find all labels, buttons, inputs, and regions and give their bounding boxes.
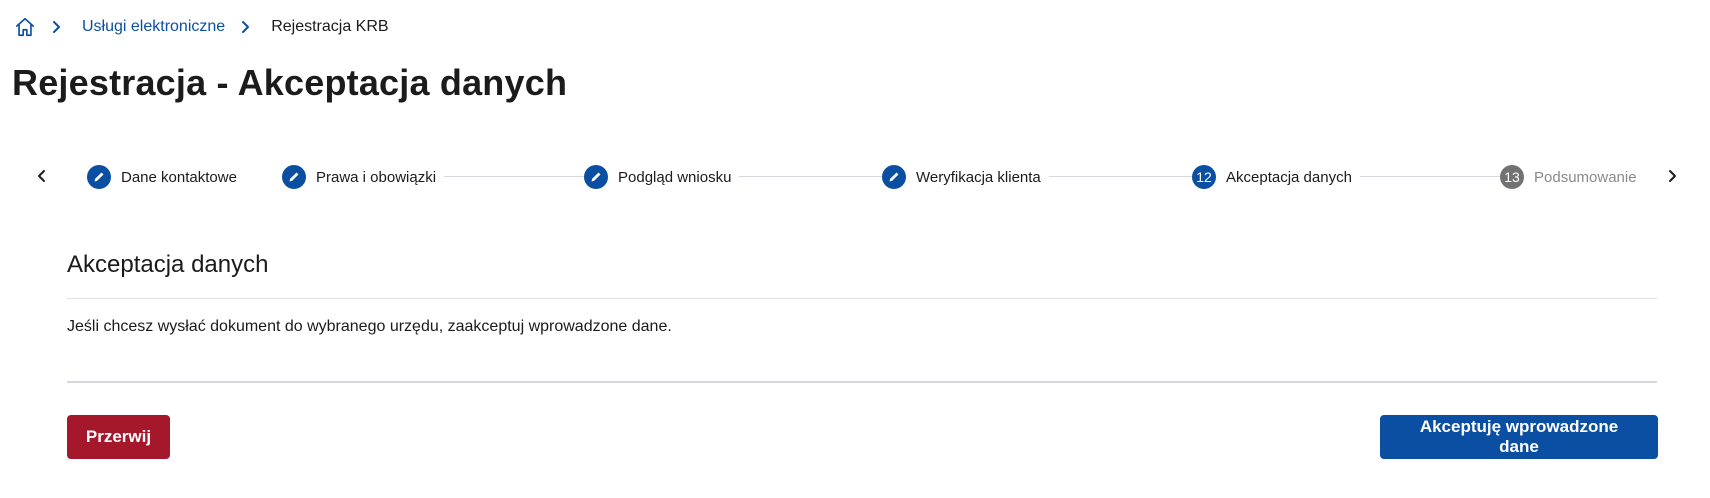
accept-data-button[interactable]: Akceptuję wprowadzone dane (1380, 415, 1658, 459)
step-label: Dane kontaktowe (121, 168, 237, 186)
page-title: Rejestracja - Akceptacja danych (12, 62, 568, 103)
step-podsumowanie[interactable]: 13 Podsumowanie (1500, 164, 1645, 190)
step-label: Podgląd wniosku (618, 168, 732, 186)
info-text: Jeśli chcesz wysłać dokument do wybraneg… (67, 318, 672, 335)
cancel-button[interactable]: Przerwij (67, 415, 170, 459)
breadcrumb-current: Rejestracja KRB (271, 18, 389, 35)
step-label: Akceptacja danych (1226, 168, 1352, 186)
chevron-right-icon (50, 18, 68, 36)
pencil-icon (87, 165, 111, 189)
step-number-badge: 12 (1192, 165, 1216, 189)
chevron-right-icon (239, 18, 257, 36)
pencil-icon (282, 165, 306, 189)
step-weryfikacja-klienta[interactable]: Weryfikacja klienta (882, 164, 1049, 190)
breadcrumb: Usługi elektroniczne Rejestracja KRB (14, 14, 389, 40)
home-icon[interactable] (14, 16, 36, 38)
step-connector (430, 176, 595, 177)
step-label: Weryfikacja klienta (916, 168, 1041, 186)
step-akceptacja-danych[interactable]: 12 Akceptacja danych (1192, 164, 1360, 190)
breadcrumb-link-uslugi[interactable]: Usługi elektroniczne (82, 18, 225, 36)
divider (67, 298, 1657, 299)
stepper: Dane kontaktowe Prawa i obowiązki Podglą… (30, 160, 1684, 194)
step-podglad-wniosku[interactable]: Podgląd wniosku (584, 164, 740, 190)
step-label: Podsumowanie (1534, 168, 1637, 186)
divider (67, 381, 1657, 383)
step-prawa-i-obowiazki[interactable]: Prawa i obowiązki (282, 164, 445, 190)
step-number-badge: 13 (1500, 165, 1524, 189)
step-dane-kontaktowe[interactable]: Dane kontaktowe (87, 164, 245, 190)
pencil-icon (584, 165, 608, 189)
section-title: Akceptacja danych (67, 251, 269, 278)
chevron-right-icon[interactable] (1660, 164, 1684, 188)
step-label: Prawa i obowiązki (316, 168, 437, 186)
chevron-left-icon[interactable] (30, 164, 54, 188)
pencil-icon (882, 165, 906, 189)
